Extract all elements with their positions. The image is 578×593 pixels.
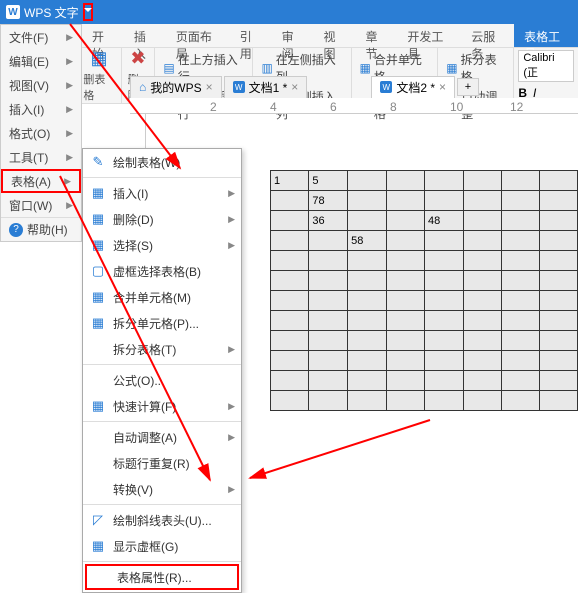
tab-add[interactable]: +	[457, 78, 479, 96]
row-above-icon: ▤	[163, 61, 174, 75]
submenu-convert[interactable]: 转换(V)▶	[83, 476, 241, 502]
menu-view[interactable]: 视图	[314, 24, 356, 47]
table-row	[271, 331, 578, 351]
close-icon[interactable]: ×	[439, 80, 446, 94]
submenu-diagheader[interactable]: ◸绘制斜线表头(U)...	[83, 507, 241, 533]
title-bar: W WPS 文字	[0, 0, 578, 24]
table-row: 3648	[271, 211, 578, 231]
col-left-icon: ▥	[261, 61, 272, 75]
calc-icon: ▦	[89, 398, 107, 414]
menubar: 开始 插入 页面布局 引用 审阅 视图 章节 开发工具 云服务 表格工具	[0, 24, 578, 48]
diag-icon: ◸	[89, 512, 107, 528]
menu-tool[interactable]: 工具(T)▶	[1, 145, 81, 169]
doc-icon: W	[233, 81, 245, 93]
table-row: 15	[271, 171, 578, 191]
menu-format[interactable]: 格式(O)▶	[1, 121, 81, 145]
menu-cloud[interactable]: 云服务	[461, 24, 514, 47]
table-row	[271, 351, 578, 371]
app-title: WPS 文字	[24, 4, 79, 21]
grid-icon: ▦	[89, 538, 107, 554]
tab-doc1[interactable]: W文档1 *×	[224, 76, 308, 99]
table-row	[271, 311, 578, 331]
submenu-properties[interactable]: 表格属性(R)...	[85, 564, 239, 590]
table-row	[271, 251, 578, 271]
menu-file[interactable]: 文件(F)▶	[1, 25, 81, 49]
table-submenu: ✎绘制表格(W) ▦插入(I)▶ ▦删除(D)▶ ▦选择(S)▶ ▢虚框选择表格…	[82, 148, 242, 593]
split-table-icon: ▦	[446, 61, 457, 75]
table-row	[271, 291, 578, 311]
menu-ref[interactable]: 引用	[230, 24, 272, 47]
menu-help[interactable]: ?帮助(H)	[1, 217, 81, 241]
submenu-delete[interactable]: ▦删除(D)▶	[83, 206, 241, 232]
tab-doc2[interactable]: W文档2 *×	[371, 76, 455, 99]
merge-icon2: ▦	[89, 289, 107, 305]
submenu-quickcalc[interactable]: ▦快速计算(F)▶	[83, 393, 241, 419]
pencil-icon: ✎	[89, 154, 107, 170]
table-row	[271, 271, 578, 291]
table-row	[271, 391, 578, 411]
tab-home[interactable]: ⌂我的WPS×	[130, 76, 222, 99]
menu-insert[interactable]: 插入	[124, 24, 166, 47]
close-icon[interactable]: ×	[291, 80, 298, 94]
document-tabs: ⌂我的WPS× W文档1 *× W文档2 *× +	[130, 76, 479, 98]
splitcell-icon: ▦	[89, 315, 107, 331]
doc-icon: W	[380, 81, 392, 93]
insert-icon: ▦	[89, 185, 107, 201]
menu-view2[interactable]: 视图(V)▶	[1, 73, 81, 97]
horizontal-ruler: 24681012	[130, 98, 578, 114]
delete-icon: ✖	[130, 48, 145, 69]
select-icon: ▦	[89, 237, 107, 253]
table-row: 78	[271, 191, 578, 211]
menu-start[interactable]: 开始	[82, 24, 124, 47]
menu-tabletools[interactable]: 表格工具	[514, 24, 578, 47]
dashborder-icon: ▢	[89, 263, 107, 279]
table-row	[271, 371, 578, 391]
menu-review[interactable]: 审阅	[272, 24, 314, 47]
menu-edit[interactable]: 编辑(E)▶	[1, 49, 81, 73]
menu-table[interactable]: 表格(A)▶	[1, 169, 81, 193]
submenu-draw[interactable]: ✎绘制表格(W)	[83, 149, 241, 175]
menu-layout[interactable]: 页面布局	[166, 24, 230, 47]
app-icon: W	[6, 5, 20, 19]
submenu-titlerepeat[interactable]: 标题行重复(R)	[83, 450, 241, 476]
delete-icon2: ▦	[89, 211, 107, 227]
classic-menu: 文件(F)▶ 编辑(E)▶ 视图(V)▶ 插入(I)▶ 格式(O)▶ 工具(T)…	[0, 24, 82, 242]
table-row: 58	[271, 231, 578, 251]
submenu-insert[interactable]: ▦插入(I)▶	[83, 180, 241, 206]
submenu-splitcell[interactable]: ▦拆分单元格(P)...	[83, 310, 241, 336]
submenu-merge[interactable]: ▦合并单元格(M)	[83, 284, 241, 310]
submenu-dashborder[interactable]: ▢虚框选择表格(B)	[83, 258, 241, 284]
menu-dev[interactable]: 开发工具	[397, 24, 461, 47]
submenu-splittable[interactable]: 拆分表格(T)▶	[83, 336, 241, 362]
submenu-formula[interactable]: 公式(O)...	[83, 367, 241, 393]
data-table[interactable]: 15 78 3648 58	[270, 170, 578, 411]
menu-section[interactable]: 章节	[355, 24, 397, 47]
submenu-showgrid[interactable]: ▦显示虚框(G)	[83, 533, 241, 559]
menu-window[interactable]: 窗口(W)▶	[1, 193, 81, 217]
help-icon: ?	[9, 223, 23, 237]
menu-insert2[interactable]: 插入(I)▶	[1, 97, 81, 121]
close-icon[interactable]: ×	[206, 80, 213, 94]
merge-icon: ▦	[360, 61, 371, 75]
ribbon-del-table[interactable]: ▦ 删表格	[77, 48, 121, 103]
title-dropdown[interactable]	[83, 3, 93, 21]
submenu-select[interactable]: ▦选择(S)▶	[83, 232, 241, 258]
submenu-autofit[interactable]: 自动调整(A)▶	[83, 424, 241, 450]
home-icon: ⌂	[139, 80, 146, 94]
font-select[interactable]: Calibri (正	[518, 50, 574, 82]
table-icon: ▦	[90, 48, 107, 69]
